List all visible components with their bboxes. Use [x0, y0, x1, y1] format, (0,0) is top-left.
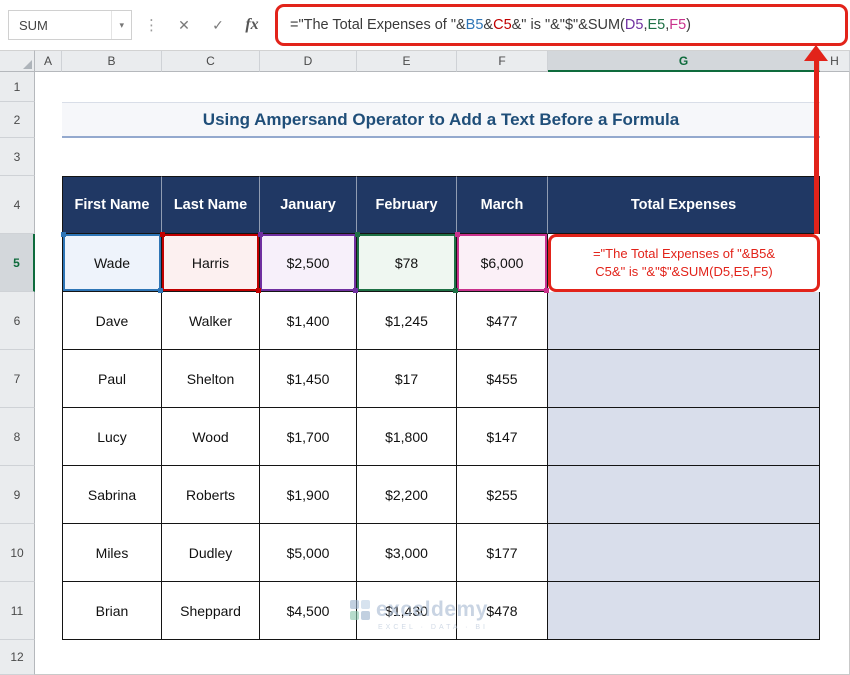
cell-E11[interactable]: $1,430 [357, 582, 457, 640]
cell-D10[interactable]: $5,000 [260, 524, 357, 582]
row-header-8[interactable]: 8 [0, 408, 35, 466]
cell-B7[interactable]: Paul [62, 350, 162, 408]
formula-bar-separator-icon: ⋮ [144, 17, 159, 34]
cell-F6[interactable]: $477 [457, 292, 548, 350]
formula-input[interactable]: ="The Total Expenses of "&B5&C5&" is "&"… [275, 4, 848, 46]
cell-E10[interactable]: $3,000 [357, 524, 457, 582]
column-header-G[interactable]: G [548, 50, 820, 72]
column-header-A[interactable]: A [35, 50, 62, 72]
cell-F10[interactable]: $177 [457, 524, 548, 582]
cell-C11[interactable]: Sheppard [162, 582, 260, 640]
row-header-1[interactable]: 1 [0, 72, 35, 102]
cell-F7[interactable]: $455 [457, 350, 548, 408]
cell-F8[interactable]: $147 [457, 408, 548, 466]
table-header-total-expenses[interactable]: Total Expenses [548, 176, 820, 234]
cell-G10[interactable] [548, 524, 820, 582]
cell-D7[interactable]: $1,450 [260, 350, 357, 408]
cell-D9[interactable]: $1,900 [260, 466, 357, 524]
cell-E7[interactable]: $17 [357, 350, 457, 408]
cell-G8[interactable] [548, 408, 820, 466]
cell-C5[interactable]: Harris [160, 232, 261, 293]
table-header-first-name[interactable]: First Name [62, 176, 162, 234]
cell-E5[interactable]: $78 [355, 232, 458, 293]
worksheet-grid: A B C D E F G H 1 2 3 4 5 6 7 8 9 10 11 … [0, 50, 850, 675]
select-all-button[interactable] [0, 50, 35, 72]
row-header-11[interactable]: 11 [0, 582, 35, 640]
cell-F11[interactable]: $478 [457, 582, 548, 640]
g5-formula-line-1: ="The Total Expenses of "&B5& [592, 246, 776, 262]
row-header-10[interactable]: 10 [0, 524, 35, 582]
table-header-january[interactable]: January [260, 176, 357, 234]
cell-C9[interactable]: Roberts [162, 466, 260, 524]
formula-bar: SUM ▾ ⋮ ✕ ✓ fx ="The Total Expenses of "… [0, 0, 850, 51]
cancel-button[interactable]: ✕ [169, 11, 199, 39]
column-header-E[interactable]: E [357, 50, 457, 72]
table-header-february[interactable]: February [357, 176, 457, 234]
cell-C7[interactable]: Shelton [162, 350, 260, 408]
name-box-value: SUM [19, 17, 48, 33]
cell-B8[interactable]: Lucy [62, 408, 162, 466]
cell-B10[interactable]: Miles [62, 524, 162, 582]
enter-button[interactable]: ✓ [203, 11, 233, 39]
cell-C8[interactable]: Wood [162, 408, 260, 466]
cell-G7[interactable] [548, 350, 820, 408]
cell-E9[interactable]: $2,200 [357, 466, 457, 524]
annotation-arrow-line [814, 58, 819, 234]
row-header-6[interactable]: 6 [0, 292, 35, 350]
cell-B11[interactable]: Brian [62, 582, 162, 640]
column-header-B[interactable]: B [62, 50, 162, 72]
annotation-arrow-head-icon [804, 45, 828, 61]
row-header-7[interactable]: 7 [0, 350, 35, 408]
table-header-march[interactable]: March [457, 176, 548, 234]
table-header-last-name[interactable]: Last Name [162, 176, 260, 234]
row-header-5[interactable]: 5 [0, 234, 35, 292]
column-header-C[interactable]: C [162, 50, 260, 72]
row-header-9[interactable]: 9 [0, 466, 35, 524]
cell-B9[interactable]: Sabrina [62, 466, 162, 524]
name-box-dropdown-icon[interactable]: ▾ [111, 11, 131, 39]
cell-D6[interactable]: $1,400 [260, 292, 357, 350]
cell-D11[interactable]: $4,500 [260, 582, 357, 640]
cell-F9[interactable]: $255 [457, 466, 548, 524]
cell-G6[interactable] [548, 292, 820, 350]
column-header-F[interactable]: F [457, 50, 548, 72]
cell-G9[interactable] [548, 466, 820, 524]
cell-C10[interactable]: Dudley [162, 524, 260, 582]
name-box[interactable]: SUM ▾ [8, 10, 132, 40]
cell-D5[interactable]: $2,500 [258, 232, 358, 293]
row-header-3[interactable]: 3 [0, 138, 35, 176]
cell-G5-formula-annotation[interactable]: ="The Total Expenses of "&B5& C5&" is "&… [548, 234, 820, 292]
cell-E6[interactable]: $1,245 [357, 292, 457, 350]
cell-D8[interactable]: $1,700 [260, 408, 357, 466]
excel-window: SUM ▾ ⋮ ✕ ✓ fx ="The Total Expenses of "… [0, 0, 850, 675]
cell-B5[interactable]: Wade [61, 232, 163, 293]
cell-C6[interactable]: Walker [162, 292, 260, 350]
cell-G11[interactable] [548, 582, 820, 640]
cell-E8[interactable]: $1,800 [357, 408, 457, 466]
insert-function-button[interactable]: fx [237, 11, 267, 39]
sheet-title[interactable]: Using Ampersand Operator to Add a Text B… [62, 102, 820, 138]
formula-text: ="The Total Expenses of "&B5&C5&" is "&"… [290, 17, 692, 33]
column-header-D[interactable]: D [260, 50, 357, 72]
cell-B6[interactable]: Dave [62, 292, 162, 350]
row-header-12[interactable]: 12 [0, 640, 35, 675]
g5-formula-line-2: C5&" is "&"$"&SUM(D5,E5,F5) [595, 264, 773, 279]
row-header-2[interactable]: 2 [0, 102, 35, 138]
cell-F5[interactable]: $6,000 [455, 232, 549, 293]
row-header-4[interactable]: 4 [0, 176, 35, 234]
